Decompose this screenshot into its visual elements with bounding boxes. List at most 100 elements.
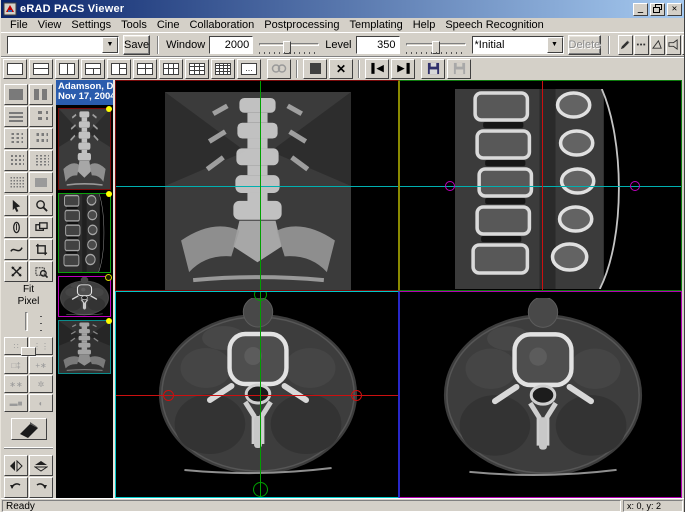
palette-layout-5x4-button[interactable]	[4, 172, 28, 193]
layout-1x1-button[interactable]	[3, 59, 27, 79]
flip-horizontal-button[interactable]	[4, 455, 28, 476]
window-value-field[interactable]	[209, 36, 253, 54]
next-image-button[interactable]: ▶▐	[391, 59, 415, 79]
patient-header[interactable]: Adamson, Da Nov 17, 2004	[56, 80, 113, 105]
menu-tools[interactable]: Tools	[116, 18, 152, 32]
palette-layout-4x3-button[interactable]	[4, 150, 28, 171]
viewport-coronal[interactable]	[115, 80, 399, 291]
menu-file[interactable]: File	[5, 18, 33, 32]
crop-tool-button[interactable]	[29, 239, 53, 260]
delete-preset-button[interactable]: Delete	[568, 35, 602, 55]
viewport-axial-main[interactable]	[399, 291, 682, 498]
zoom-slider-thumb[interactable]	[21, 347, 36, 356]
curve-tool-button[interactable]	[4, 239, 28, 260]
attachment-tool-button[interactable]	[4, 217, 28, 238]
menu-cine[interactable]: Cine	[152, 18, 185, 32]
series-thumbnail-coronal-scout[interactable]	[58, 108, 111, 190]
cine-frames-tool-button[interactable]	[29, 217, 53, 238]
save-button[interactable]: Save	[123, 35, 150, 55]
crosshair-vertical-green[interactable]	[260, 292, 261, 497]
layout-1-over-2-button[interactable]	[81, 59, 105, 79]
level-slider[interactable]	[404, 36, 468, 54]
layout-2cols-button[interactable]	[55, 59, 79, 79]
close-image-button[interactable]: ✕	[329, 59, 353, 79]
window-slider[interactable]	[257, 36, 321, 54]
preset-button-3[interactable]: □‡	[4, 356, 28, 374]
crosshair-end-ring-magenta[interactable]	[630, 181, 640, 191]
palette-layout-3x3-button[interactable]	[4, 128, 28, 149]
layout-1-over-2-icon	[85, 63, 101, 75]
menu-help[interactable]: Help	[408, 18, 441, 32]
minimize-button[interactable]: _	[633, 3, 648, 16]
eraser-button[interactable]	[11, 418, 47, 440]
series-thumbnail-axial[interactable]	[58, 276, 111, 317]
angle-tool-button[interactable]	[650, 35, 665, 55]
crosshair-horizontal-cyan[interactable]	[116, 186, 398, 187]
series-thumbnail-sagittal-scout[interactable]	[58, 193, 111, 273]
save-state-button[interactable]	[421, 59, 445, 79]
select-tool-button[interactable]	[4, 195, 28, 216]
ellipse-roi-tool-button[interactable]	[682, 35, 684, 55]
layout-custom-icon: ...	[241, 63, 257, 75]
crosshair-end-ring-red[interactable]	[163, 390, 174, 401]
link-series-button[interactable]	[267, 59, 291, 79]
preset-button-4[interactable]: +∗	[29, 356, 53, 374]
layout-4x4-button[interactable]	[211, 59, 235, 79]
menu-postprocessing[interactable]: Postprocessing	[259, 18, 344, 32]
cobb-angle-tool-button[interactable]	[666, 35, 681, 55]
palette-layout-3x2-button[interactable]	[29, 128, 53, 149]
rotate-ccw-button[interactable]	[4, 477, 28, 498]
layout-1-plus-2-button[interactable]	[107, 59, 131, 79]
layout-3x2-button[interactable]	[159, 59, 183, 79]
palette-layout-1x1-button[interactable]	[4, 84, 28, 105]
flip-vertical-button[interactable]	[29, 455, 53, 476]
series-combobox[interactable]: ▼	[7, 36, 119, 54]
zoom-slider[interactable]	[14, 310, 44, 333]
viewport-axial-reference[interactable]	[115, 291, 399, 498]
pan-tool-button[interactable]	[4, 261, 28, 282]
crosshair-end-ring-magenta[interactable]	[445, 181, 455, 191]
crosshair-end-ring-green[interactable]	[253, 482, 268, 497]
series-combobox-arrow-icon[interactable]: ▼	[102, 37, 118, 53]
layout-2x2-button[interactable]	[133, 59, 157, 79]
fill-viewport-button[interactable]	[303, 59, 327, 79]
pencil-tool-button[interactable]	[618, 35, 633, 55]
preset-button-8[interactable]: ◐	[29, 394, 53, 412]
menu-settings[interactable]: Settings	[66, 18, 116, 32]
crosshair-end-ring-red[interactable]	[351, 390, 362, 401]
preset-button-5[interactable]: ∗∗	[4, 375, 28, 393]
layout-4x3-icon	[9, 155, 24, 166]
wl-preset-arrow-icon[interactable]: ▼	[547, 37, 563, 53]
magnify-tool-button[interactable]	[29, 195, 53, 216]
viewport-sagittal[interactable]	[399, 80, 682, 291]
palette-layout-rows-button[interactable]	[4, 106, 28, 127]
menu-collaboration[interactable]: Collaboration	[184, 18, 259, 32]
wl-preset-combobox[interactable]: ▼	[472, 36, 564, 54]
save-state-disabled-button[interactable]	[447, 59, 471, 79]
level-value-field[interactable]	[356, 36, 400, 54]
preset-button-6[interactable]: ✲	[29, 375, 53, 393]
menu-view[interactable]: View	[33, 18, 67, 32]
crosshair-vertical-red[interactable]	[542, 81, 543, 290]
previous-image-button[interactable]: ▌◀	[365, 59, 389, 79]
layout-custom-button[interactable]: ...	[237, 59, 261, 79]
palette-layout-single-button[interactable]	[29, 172, 53, 193]
restore-button[interactable]	[650, 3, 665, 16]
palette-layout-cols-button[interactable]	[29, 84, 53, 105]
ruler-tool-button[interactable]	[634, 35, 649, 55]
crosshair-vertical-green[interactable]	[260, 81, 261, 290]
zoom-region-tool-button[interactable]	[29, 261, 53, 282]
layout-2rows-button[interactable]	[29, 59, 53, 79]
menu-templating[interactable]: Templating	[345, 18, 408, 32]
palette-layout-4x4-button[interactable]	[29, 150, 53, 171]
preset-button-7[interactable]: ▬■	[4, 394, 28, 412]
palette-layout-2x2-button[interactable]	[29, 106, 53, 127]
menu-speech-recognition[interactable]: Speech Recognition	[440, 18, 548, 32]
menu-bar: File View Settings Tools Cine Collaborat…	[1, 18, 684, 32]
wl-preset-value[interactable]	[473, 37, 547, 53]
close-button[interactable]: ✕	[667, 3, 682, 16]
series-thumbnail-mpr[interactable]	[58, 320, 111, 374]
rotate-cw-button[interactable]	[29, 477, 53, 498]
layout-3x3-button[interactable]	[185, 59, 209, 79]
series-combobox-value[interactable]	[8, 37, 102, 53]
